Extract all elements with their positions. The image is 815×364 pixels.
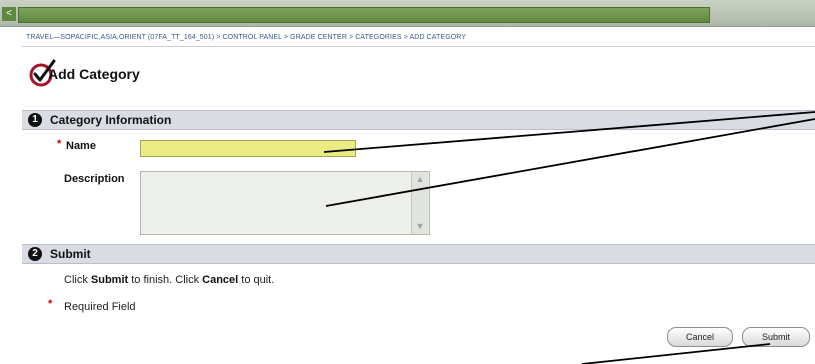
instruction-submit-word: Submit — [90, 274, 129, 286]
description-textarea[interactable] — [140, 171, 430, 235]
instruction-text: to quit. — [238, 274, 275, 286]
divider — [22, 46, 815, 47]
section-header-submit: 2 Submit — [22, 244, 815, 264]
name-input[interactable] — [140, 140, 356, 157]
description-label: Description — [64, 173, 125, 185]
section-title: Category Information — [50, 113, 172, 127]
name-label: Name — [66, 140, 96, 152]
step-number-badge: 1 — [28, 113, 42, 127]
breadcrumb[interactable]: TRAVEL—SOPACIFIC,ASIA,ORIENT (07FA_TT_16… — [26, 34, 466, 41]
required-field-note: Required Field — [64, 301, 136, 313]
submit-button[interactable]: Submit — [742, 327, 810, 347]
required-marker: * — [48, 298, 53, 310]
cancel-button[interactable]: Cancel — [667, 327, 733, 347]
section-title: Submit — [50, 247, 91, 261]
scroll-left-arrow-icon[interactable]: < — [2, 7, 16, 21]
description-scrollbar[interactable]: ▲ ▼ — [411, 172, 428, 234]
horizontal-scrollbar[interactable] — [18, 7, 710, 23]
step-number-badge: 2 — [28, 247, 42, 261]
submit-instructions: Click Submit to finish. Click Cancel to … — [64, 274, 274, 286]
scroll-up-arrow-icon[interactable]: ▲ — [415, 174, 425, 184]
scroll-down-arrow-icon[interactable]: ▼ — [415, 221, 425, 231]
instruction-text: Click — [64, 274, 91, 286]
top-frame-bar: < — [0, 0, 815, 27]
instruction-cancel-word: Cancel — [202, 274, 239, 286]
required-marker: * — [57, 138, 62, 150]
section-header-category-information: 1 Category Information — [22, 110, 815, 130]
instruction-text: to finish. Click — [128, 274, 203, 286]
page-title: Add Category — [48, 66, 140, 82]
